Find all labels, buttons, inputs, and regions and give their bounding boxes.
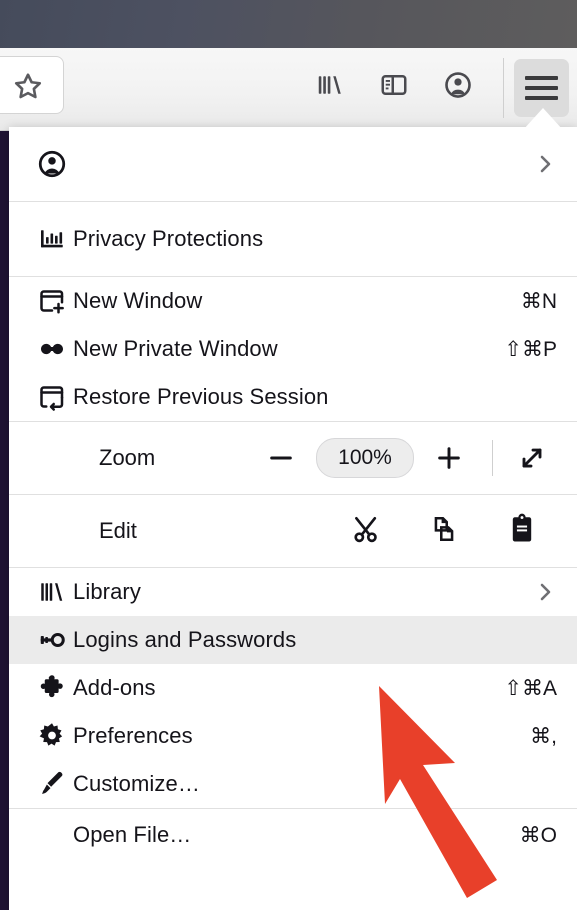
library-icon	[315, 70, 345, 105]
copy-button[interactable]	[405, 505, 483, 557]
menu-item-customize-label: Customize…	[73, 771, 200, 796]
menu-item-library-label: Library	[73, 579, 141, 604]
edit-controls	[327, 505, 561, 557]
menu-item-library[interactable]: Library	[9, 568, 577, 616]
account-button[interactable]	[441, 70, 475, 104]
zoom-controls: 100%	[252, 432, 561, 484]
panel-arrow-notch	[523, 108, 563, 130]
account-avatar-icon	[37, 149, 73, 179]
menu-item-new-window[interactable]: New Window ⌘N	[9, 277, 577, 325]
menu-item-logins-and-passwords-label: Logins and Passwords	[73, 627, 297, 652]
paste-clipboard-icon	[506, 513, 538, 550]
sidebar-button[interactable]	[377, 70, 411, 104]
menu-item-preferences-label: Preferences	[73, 723, 193, 748]
menu-item-privacy-protections-label: Privacy Protections	[73, 226, 264, 251]
menu-item-add-ons-label: Add-ons	[73, 675, 156, 700]
menu-row-zoom: Zoom 100%	[9, 422, 577, 494]
zoom-in-button[interactable]	[420, 432, 478, 484]
menu-item-new-window-shortcut: ⌘N	[520, 289, 557, 313]
navigation-toolbar	[0, 48, 577, 131]
puzzle-piece-icon	[37, 673, 73, 703]
menu-item-logins-and-passwords[interactable]: Logins and Passwords	[9, 616, 577, 664]
paintbrush-icon	[37, 769, 73, 799]
chevron-right-icon	[535, 151, 561, 177]
page-background-strip	[0, 48, 9, 910]
bookmark-star-button[interactable]	[0, 56, 64, 114]
hamburger-menu-icon	[525, 76, 558, 100]
copy-icon	[428, 513, 460, 550]
menu-item-new-window-label: New Window	[73, 288, 203, 313]
new-window-icon	[37, 286, 73, 316]
cut-scissors-icon	[350, 513, 382, 550]
menu-item-restore-previous-session-label: Restore Previous Session	[73, 384, 329, 409]
window-titlebar	[0, 0, 577, 48]
zoom-divider	[492, 440, 493, 476]
chevron-right-icon	[535, 579, 561, 605]
library-books-icon	[37, 577, 73, 607]
privacy-chart-icon	[37, 224, 73, 254]
menu-item-privacy-protections[interactable]: Privacy Protections	[9, 202, 577, 276]
menu-item-preferences-shortcut: ⌘,	[530, 724, 557, 748]
app-menu-panel: Privacy Protections New Window ⌘N New Pr…	[9, 127, 577, 910]
paste-button[interactable]	[483, 505, 561, 557]
menu-item-open-file[interactable]: Open File… ⌘O	[9, 809, 577, 861]
zoom-level-value[interactable]: 100%	[316, 438, 414, 478]
menu-item-preferences[interactable]: Preferences ⌘,	[9, 712, 577, 760]
menu-item-new-private-window[interactable]: New Private Window ⇧⌘P	[9, 325, 577, 373]
key-icon	[37, 625, 73, 655]
menu-item-open-file-shortcut: ⌘O	[519, 823, 557, 847]
menu-item-customize[interactable]: Customize…	[9, 760, 577, 808]
toolbar-divider	[503, 58, 504, 118]
menu-item-add-ons[interactable]: Add-ons ⇧⌘A	[9, 664, 577, 712]
menu-item-add-ons-shortcut: ⇧⌘A	[504, 676, 557, 700]
zoom-label: Zoom	[99, 445, 156, 470]
menu-item-account[interactable]	[9, 127, 577, 201]
menu-item-new-private-window-label: New Private Window	[73, 336, 278, 361]
restore-session-icon	[37, 382, 73, 412]
gear-icon	[37, 721, 73, 751]
cut-button[interactable]	[327, 505, 405, 557]
library-button[interactable]	[313, 70, 347, 104]
menu-row-edit: Edit	[9, 495, 577, 567]
private-window-mask-icon	[37, 334, 73, 364]
edit-label: Edit	[99, 518, 137, 543]
account-avatar-icon	[443, 70, 473, 105]
fullscreen-button[interactable]	[503, 432, 561, 484]
menu-item-restore-previous-session[interactable]: Restore Previous Session	[9, 373, 577, 421]
menu-item-open-file-label: Open File…	[73, 822, 192, 847]
browser-window: Privacy Protections New Window ⌘N New Pr…	[0, 0, 577, 910]
menu-item-new-private-window-shortcut: ⇧⌘P	[504, 337, 557, 361]
sidebar-icon	[379, 70, 409, 105]
zoom-out-button[interactable]	[252, 432, 310, 484]
